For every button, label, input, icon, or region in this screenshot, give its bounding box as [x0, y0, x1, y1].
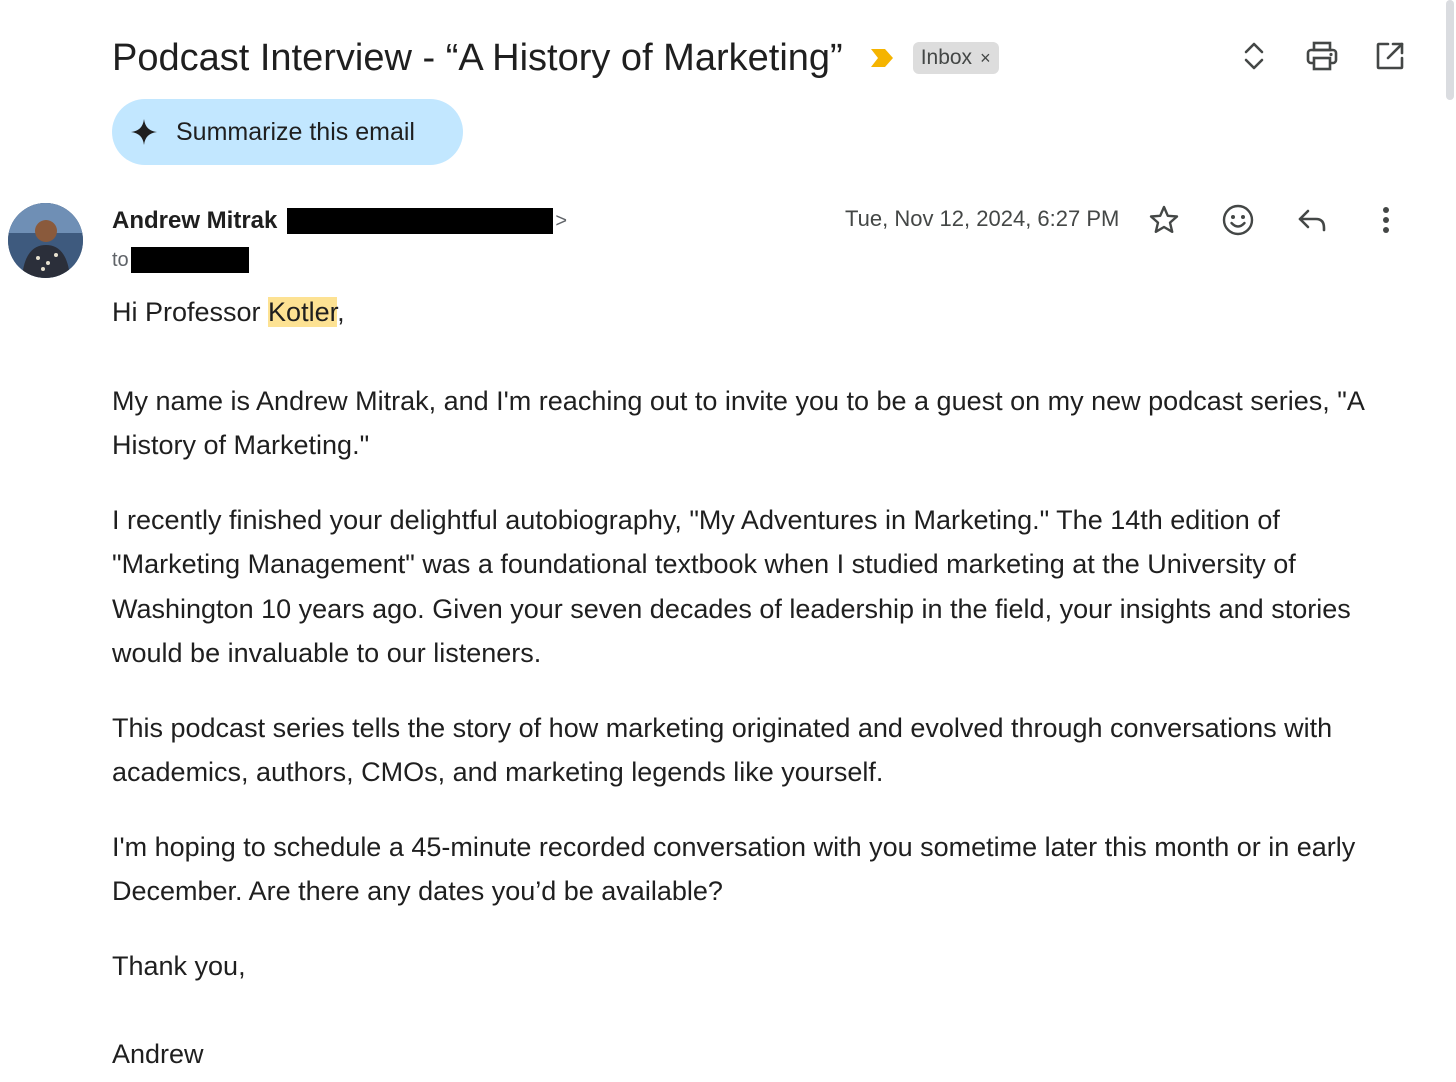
sender-row: Andrew Mitrak > — [112, 205, 567, 237]
summarize-label: Summarize this email — [176, 117, 415, 146]
more-options-icon[interactable] — [1366, 200, 1406, 240]
body-paragraph-2: I recently finished your delightful auto… — [112, 504, 1351, 669]
body-paragraph-3: This podcast series tells the story of h… — [112, 712, 1333, 788]
body-paragraph-4: I'm hoping to schedule a 45-minute recor… — [112, 831, 1356, 907]
reply-icon[interactable] — [1292, 200, 1332, 240]
summarize-email-button[interactable]: Summarize this email — [112, 99, 463, 165]
emoji-reaction-icon[interactable] — [1218, 200, 1258, 240]
remove-label-icon[interactable]: × — [980, 48, 991, 69]
sparkle-icon — [130, 118, 158, 146]
message-date[interactable]: Tue, Nov 12, 2024, 6:27 PM — [845, 206, 1119, 232]
recipient-row: to — [112, 245, 249, 275]
closing: Thank you, — [112, 950, 246, 981]
body-paragraph-1: My name is Andrew Mitrak, and I'm reachi… — [112, 385, 1364, 461]
highlighted-name: Kotler — [268, 297, 338, 327]
sender-email-close-bracket: > — [555, 209, 568, 232]
sender-avatar[interactable] — [8, 203, 83, 278]
expand-collapse-icon[interactable] — [1234, 36, 1274, 76]
sender-name[interactable]: Andrew Mitrak — [112, 207, 277, 235]
inbox-label-chip[interactable]: Inbox × — [912, 42, 999, 74]
greeting-suffix: , — [337, 297, 345, 327]
open-in-new-window-icon[interactable] — [1370, 36, 1410, 76]
label-text: Inbox — [920, 46, 973, 69]
importance-marker-icon[interactable] — [869, 45, 895, 71]
subject-row: Podcast Interview - “A History of Market… — [112, 28, 999, 88]
message-body: Hi Professor Kotler, My name is Andrew M… — [112, 290, 1412, 1077]
greeting: Hi Professor Kotler, — [112, 290, 1412, 335]
message-actions — [1144, 200, 1406, 240]
star-icon[interactable] — [1144, 200, 1184, 240]
to-label: to — [112, 248, 129, 271]
thread-actions — [1234, 36, 1410, 76]
email-subject: Podcast Interview - “A History of Market… — [112, 36, 843, 79]
signature: Andrew — [112, 1039, 204, 1069]
greeting-prefix: Hi Professor — [112, 297, 269, 327]
redacted-sender-email — [287, 208, 554, 234]
redacted-recipient — [130, 247, 249, 273]
print-icon[interactable] — [1302, 36, 1342, 76]
scrollbar-thumb[interactable] — [1446, 0, 1454, 100]
